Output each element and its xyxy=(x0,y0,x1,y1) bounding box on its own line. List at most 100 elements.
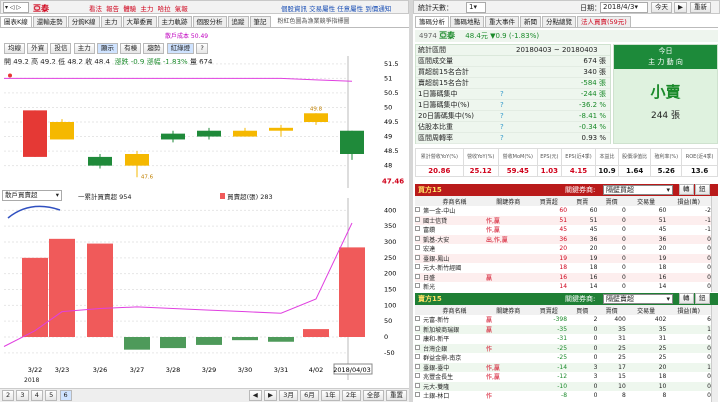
buy15-col-header[interactable]: 賣價 xyxy=(597,196,625,206)
help-icon[interactable]: ? xyxy=(500,89,504,100)
row-checkbox[interactable] xyxy=(415,235,420,241)
tab-chip-place[interactable]: 籌碼地點 xyxy=(450,16,484,27)
sell15-col-header[interactable]: 交易量 xyxy=(626,305,667,315)
next-button[interactable]: ▶ xyxy=(674,2,687,13)
range-3m[interactable]: 3月 xyxy=(279,390,298,401)
toolbar-link-4[interactable]: 哈拉 xyxy=(158,5,171,13)
row-checkbox[interactable] xyxy=(415,325,420,331)
sell15-col-header[interactable]: 損益(萬) xyxy=(666,305,711,315)
tab-news[interactable]: 新聞 xyxy=(520,16,541,27)
buy15-col-header[interactable]: 買賣超 xyxy=(531,196,567,206)
any-attr-link[interactable]: 任意屬性 xyxy=(337,5,363,13)
row-checkbox[interactable] xyxy=(415,382,420,388)
sell15-row[interactable]: 群益金鼎-南京 -25 0 25 25 0 xyxy=(415,353,711,363)
tab-track[interactable]: 主力軌跡 xyxy=(157,16,192,27)
date-input[interactable]: 2018/4/3▾ xyxy=(600,2,648,13)
info-link[interactable]: 個股資訊 xyxy=(281,5,307,13)
row-checkbox[interactable] xyxy=(415,226,420,232)
help-icon[interactable]: ? xyxy=(500,100,504,111)
row-checkbox[interactable] xyxy=(415,363,420,369)
range-6m[interactable]: 6月 xyxy=(300,390,319,401)
tab-minute[interactable]: 分鉤K線 xyxy=(67,16,100,27)
buy15-row[interactable]: 日盛 贏 16 16 0 16 0 xyxy=(415,272,711,282)
tab-events[interactable]: 重大事件 xyxy=(485,16,519,27)
buy15-btn1[interactable]: 轉 xyxy=(679,184,694,195)
tab-main[interactable]: 主力 xyxy=(100,16,122,27)
row-checkbox[interactable] xyxy=(415,254,420,260)
sell15-row[interactable]: 臺銀-臺中 作,贏 -14 3 17 20 1 xyxy=(415,362,711,372)
today-button[interactable]: 今天 xyxy=(651,2,672,13)
buy15-row[interactable]: 凱基-大安 出,作,贏 36 36 0 36 0 xyxy=(415,234,711,244)
help-icon[interactable]: ? xyxy=(500,122,504,133)
toolbar-link-3[interactable]: 主力 xyxy=(140,5,153,13)
range-reset[interactable]: 重置 xyxy=(386,390,407,401)
buy15-row[interactable]: 國士信貸 作,贏 51 51 0 51 -1 xyxy=(415,215,711,225)
sell15-scrollbar[interactable] xyxy=(711,305,718,402)
sell15-btn1[interactable]: 轉 xyxy=(679,293,694,304)
toolbar-link-1[interactable]: 報告 xyxy=(106,5,119,13)
price-alert-link[interactable]: 到價通知 xyxy=(365,5,391,13)
row-checkbox[interactable] xyxy=(415,392,420,398)
toolbar-link-5[interactable]: 氣報 xyxy=(175,5,188,13)
buy15-scrollbar[interactable] xyxy=(711,196,718,292)
sell15-row[interactable]: 土銀-林口 作 -8 0 8 8 0 xyxy=(415,391,711,401)
tab-branch[interactable]: 分點總覽 xyxy=(542,16,576,27)
row-checkbox[interactable] xyxy=(415,264,420,270)
help-icon[interactable]: ? xyxy=(500,111,504,122)
tab-analysis[interactable]: 個股分析 xyxy=(192,16,227,27)
row-checkbox[interactable] xyxy=(415,344,420,350)
range-all[interactable]: 全部 xyxy=(362,390,384,401)
tab-follow[interactable]: 追蹤 xyxy=(227,16,249,27)
buy15-row[interactable]: 臺銀-鳳山 19 19 0 19 0 xyxy=(415,253,711,263)
buy15-col-header[interactable]: 關鍵券商 xyxy=(486,196,531,206)
buy15-row[interactable]: 元大-新竹經國 18 18 0 18 0 xyxy=(415,263,711,273)
page-5[interactable]: 5 xyxy=(45,390,58,401)
buy15-col-header[interactable]: 交易量 xyxy=(626,196,667,206)
page-4[interactable]: 4 xyxy=(30,390,43,401)
stock-select[interactable]: ▾ ◁ ▷ xyxy=(3,2,29,13)
page-2[interactable]: 2 xyxy=(2,390,15,401)
tab-legal[interactable]: 法人買賣(59元) xyxy=(577,16,631,27)
scroll-left[interactable]: ◀ xyxy=(248,390,262,401)
refresh-button[interactable]: 重新 xyxy=(690,2,711,13)
row-checkbox[interactable] xyxy=(415,283,420,289)
sell15-col-header[interactable]: 買價 xyxy=(567,305,597,315)
sell15-col-header[interactable]: 關鍵券商 xyxy=(486,305,531,315)
sell15-row[interactable]: 新加坡商瑞銀 贏 -35 0 35 35 1 xyxy=(415,324,711,334)
sell15-col-header[interactable]: 賣價 xyxy=(597,305,625,315)
buy15-filter[interactable]: 隔壁買超 ▾ xyxy=(603,185,673,195)
sell15-filter[interactable]: 隔壁賣超 ▾ xyxy=(603,294,673,304)
tab-trend[interactable]: 還輸走勢 xyxy=(32,16,67,27)
row-checkbox[interactable] xyxy=(415,373,420,379)
range-1y[interactable]: 1年 xyxy=(321,390,340,401)
row-checkbox[interactable] xyxy=(415,273,420,279)
page-6[interactable]: 6 xyxy=(59,390,72,401)
buy15-row[interactable]: 第一金-中山 60 60 0 60 -2 xyxy=(415,206,711,216)
sell15-col-header[interactable]: 券商名稱 xyxy=(423,305,486,315)
buy15-row[interactable]: 新光 14 14 0 14 0 xyxy=(415,282,711,292)
help-icon[interactable]: ? xyxy=(500,133,504,144)
row-checkbox[interactable] xyxy=(415,207,420,213)
scroll-right[interactable]: ▶ xyxy=(264,390,278,401)
buy15-col-header[interactable]: 買賣 xyxy=(567,196,597,206)
sell15-row[interactable]: 康和-新平 -31 0 31 31 0 xyxy=(415,334,711,344)
tab-bigorder[interactable]: 大單委買 xyxy=(122,16,157,27)
buy15-btn2[interactable]: 鈕 xyxy=(695,184,710,195)
panel-divider[interactable] xyxy=(409,0,413,402)
buy15-col-header[interactable]: 券商名稱 xyxy=(423,196,486,206)
buy15-row[interactable]: 宏達 20 20 0 20 0 xyxy=(415,244,711,254)
sell15-row[interactable]: 台灣企銀 作 -25 0 25 25 0 xyxy=(415,343,711,353)
buy15-col-header[interactable]: 損益(萬) xyxy=(666,196,711,206)
buy15-row[interactable]: 富鑽 作,贏 45 45 0 45 -1 xyxy=(415,225,711,235)
row-checkbox[interactable] xyxy=(415,316,420,322)
tab-notes[interactable]: 筆記 xyxy=(249,16,271,27)
days-select[interactable]: 1▾ xyxy=(466,2,486,13)
trade-attr-link[interactable]: 交易屬性 xyxy=(309,5,335,13)
tab-kline[interactable]: 圖表K線 xyxy=(0,16,32,27)
range-2y[interactable]: 2年 xyxy=(341,390,361,401)
page-3[interactable]: 3 xyxy=(16,390,29,401)
toolbar-link-0[interactable]: 看法 xyxy=(89,5,102,13)
sell15-btn2[interactable]: 鈕 xyxy=(695,293,710,304)
sell15-row[interactable]: 元富-新竹 贏 -398 2 400 402 6 xyxy=(415,315,711,325)
toolbar-link-2[interactable]: 體驗 xyxy=(123,5,136,13)
